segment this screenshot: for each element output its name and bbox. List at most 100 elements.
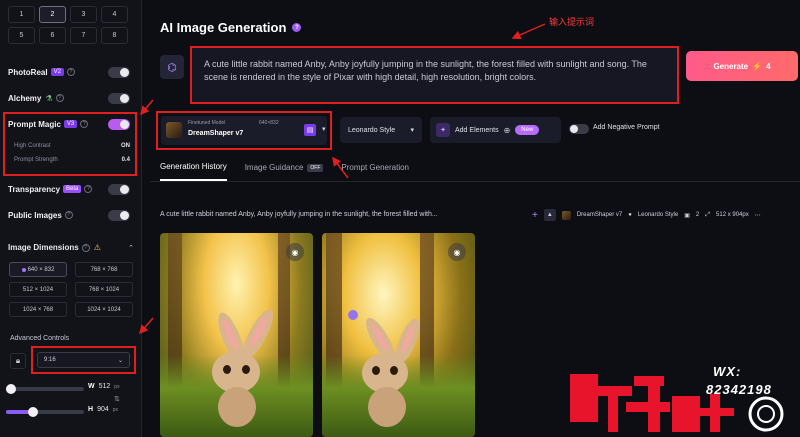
help-icon[interactable]: ? [84, 185, 93, 193]
swap-icon[interactable]: ⇅ [114, 395, 120, 403]
width-slider[interactable] [6, 384, 84, 394]
image-dimensions-header[interactable]: Image Dimensions ? ⚠ ⌃ [8, 243, 134, 252]
rabbit-eye [223, 365, 231, 374]
tab-label: Image Guidance [244, 163, 304, 172]
dimension-option[interactable]: 1024 × 768 [9, 302, 67, 317]
warning-icon: ⚠ [93, 243, 101, 252]
height-key: H [88, 406, 94, 413]
page-title: AI Image Generation ? [160, 20, 302, 35]
generate-button[interactable]: Generate ⚡ 4 [686, 51, 798, 81]
eye-off-icon[interactable]: ◉ [286, 243, 304, 261]
eye-off-icon[interactable]: ◉ [448, 243, 466, 261]
aspect-lock-button[interactable]: 🔒︎ [10, 353, 26, 369]
aspect-ratio-select[interactable]: 9:16 ⌄ [37, 352, 130, 368]
watermark-logo [570, 374, 784, 432]
tab-generation-history[interactable]: Generation History [160, 162, 227, 181]
dimension-option[interactable]: 1024 × 1024 [75, 302, 133, 317]
help-icon[interactable]: ? [292, 23, 302, 32]
style-label: Leonardo Style [348, 126, 396, 134]
tab-image-guidance[interactable]: Image Guidance OFF [245, 162, 324, 181]
alchemy-label: Alchemy [8, 93, 42, 103]
photoreal-toggle[interactable] [108, 66, 130, 78]
transparency-toggle[interactable] [108, 183, 130, 195]
advanced-controls-label: Advanced Controls [10, 335, 70, 342]
transparency-row: Transparency Beta ? [8, 182, 134, 196]
generate-label: Generate [713, 61, 749, 71]
image-count-option[interactable]: 6 [39, 27, 66, 44]
prompt-strength-value[interactable]: 0.4 [122, 157, 130, 163]
negative-prompt-toggle[interactable] [569, 124, 589, 134]
new-badge: New [515, 125, 540, 135]
dimension-option-label: 640 × 832 [27, 266, 55, 273]
image-count-option[interactable]: 5 [8, 27, 35, 44]
help-icon[interactable]: ? [64, 211, 73, 219]
selected-dot-icon [21, 267, 26, 272]
help-icon[interactable]: ? [55, 94, 64, 102]
dimension-option[interactable]: 640 × 832 [9, 262, 67, 277]
dimension-option[interactable]: 512 × 1024 [9, 282, 67, 297]
dimension-icon: ⤢ [705, 211, 711, 218]
chevron-down-icon: ⌄ [117, 357, 123, 364]
page-title-text: AI Image Generation [160, 20, 287, 35]
history-prompt[interactable]: A cute little rabbit named Anby, Anby jo… [160, 211, 438, 218]
image-count-option[interactable]: 1 [8, 6, 35, 23]
dimension-option[interactable]: 768 × 1024 [75, 282, 133, 297]
chevron-up-icon[interactable]: ⌃ [128, 244, 134, 252]
model-highlight: Finetuned Model 640×832 DreamShaper v7 ▤… [156, 111, 332, 150]
elements-icon: ✦ [436, 123, 450, 137]
generated-image[interactable]: ◉ [322, 233, 475, 437]
height-value[interactable]: 904 [97, 406, 109, 413]
history-size: 512 x 904px [716, 212, 749, 218]
image-count-option[interactable]: 3 [70, 6, 97, 23]
public-images-row: Public Images ? [8, 208, 134, 222]
width-slider-handle[interactable] [6, 384, 16, 394]
more-icon[interactable]: ⋯ [755, 212, 761, 219]
help-icon[interactable]: ? [80, 120, 89, 128]
dimension-options: 640 × 832 768 × 768 512 × 1024 768 × 102… [9, 262, 133, 317]
alchemy-toggle[interactable] [108, 92, 130, 104]
add-elements-button[interactable]: ✦ Add Elements ⊕ New [430, 117, 561, 143]
model-name: DreamShaper v7 [188, 130, 244, 137]
tab-bar: Generation History Image Guidance OFF Pro… [160, 162, 409, 181]
rabbit-body [368, 387, 406, 427]
history-count: 2 [695, 212, 700, 218]
help-icon[interactable]: ? [66, 68, 75, 76]
chevron-down-icon[interactable]: ▾ [322, 125, 326, 133]
image-count-icon: ▣ [684, 212, 690, 219]
height-slider-handle[interactable] [28, 407, 38, 417]
help-icon[interactable]: ? [81, 243, 90, 252]
tab-label: Prompt Generation [341, 163, 409, 172]
aspect-ratio-highlight: 9:16 ⌄ [31, 346, 136, 374]
model-settings-icon[interactable]: ▤ [304, 124, 316, 136]
image-count-option[interactable]: 7 [70, 27, 97, 44]
rabbit-eye [372, 366, 380, 375]
history-model: DreamShaper v7 [576, 212, 623, 218]
prompt-magic-toggle[interactable] [108, 118, 130, 130]
image-count-option[interactable]: 4 [101, 6, 128, 23]
generated-image[interactable]: ◉ [160, 233, 313, 437]
high-contrast-value[interactable]: ON [121, 143, 130, 149]
tab-prompt-generation[interactable]: Prompt Generation [341, 162, 409, 181]
reuse-prompt-icon[interactable]: ▲ [543, 209, 556, 221]
height-readout: H 904 px [88, 406, 118, 413]
rabbit-body [218, 387, 256, 427]
transparency-label: Transparency [8, 184, 61, 194]
image-count-option[interactable]: 2 [39, 6, 66, 23]
prompt-input[interactable]: A cute little rabbit named Anby, Anby jo… [190, 46, 679, 104]
width-unit: px [114, 383, 120, 390]
style-dropdown[interactable]: Leonardo Style ▾ [340, 117, 422, 143]
public-images-label: Public Images [8, 210, 62, 220]
public-images-toggle[interactable] [108, 209, 130, 221]
prompt-tools-button[interactable]: ⌬ [160, 55, 184, 79]
watermark-number: 82342198 [706, 382, 772, 397]
dimension-option[interactable]: 768 × 768 [75, 262, 133, 277]
width-readout: W 512 px [88, 383, 120, 390]
model-selector[interactable]: Finetuned Model 640×832 DreamShaper v7 ▤… [161, 116, 327, 145]
height-slider[interactable] [6, 407, 84, 417]
photoreal-badge: V2 [50, 68, 64, 76]
width-value[interactable]: 512 [99, 383, 111, 390]
image-count-option[interactable]: 8 [101, 27, 128, 44]
annotation-note: 输入提示词 [549, 17, 595, 27]
image-prompt-icon: ⌬ [167, 61, 177, 74]
plus-icon[interactable]: + [532, 210, 538, 221]
